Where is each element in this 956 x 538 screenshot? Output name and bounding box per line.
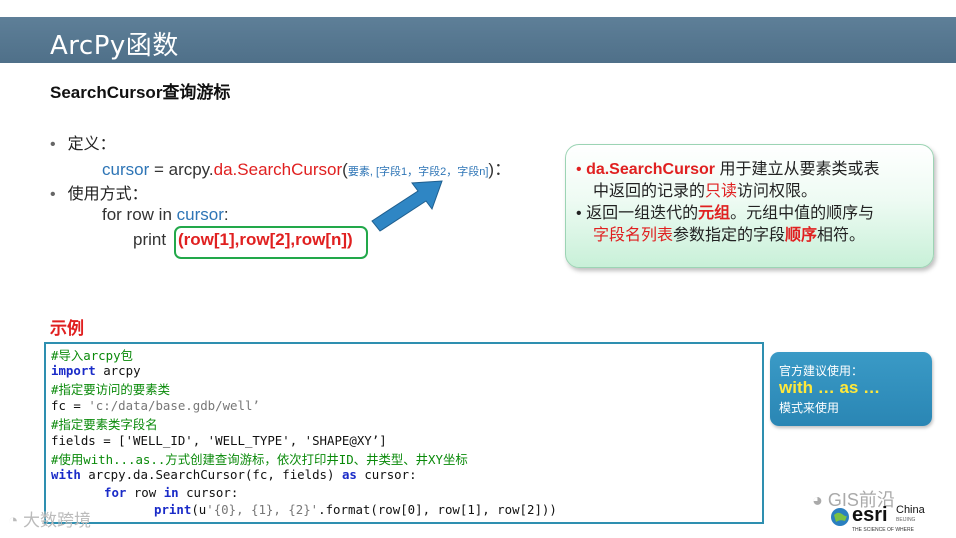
callout-line-4: 字段名列表参数指定的字段顺序相符。 <box>593 221 865 245</box>
code-line-8: with arcpy.da.SearchCursor(fc, fields) a… <box>51 467 417 482</box>
code-line-5: #指定要素类字段名 <box>51 417 158 432</box>
section-subtitle: SearchCursor查询游标 <box>50 83 231 102</box>
print-args: (row[1],row[2],row[n]) <box>178 230 353 249</box>
wechat-icon: ◕ <box>812 490 823 510</box>
code-line-10: print(u'{0}, {1}, {2}'.format(row[0], ro… <box>154 502 557 517</box>
watermark-left: ◔ 大数跨境 <box>8 506 91 531</box>
code-keyword: for <box>104 485 127 500</box>
code-line-6: fields = ['WELL_ID', 'WELL_TYPE', 'SHAPE… <box>51 433 387 448</box>
definition-label: 定义： <box>67 136 116 153</box>
example-label: 示例 <box>50 319 84 338</box>
code-text: (u <box>191 502 207 517</box>
code-string: 'c:/data/base.gdb/well’ <box>88 398 260 413</box>
for-text: for row in <box>102 205 177 224</box>
code-text: cursor: <box>356 467 417 482</box>
slide-title: ArcPy函数 <box>50 31 179 61</box>
code-line-3: #指定要访问的要素类 <box>51 382 170 397</box>
bullet-dot: • <box>50 136 56 153</box>
callout-func: da.SearchCursor <box>586 161 715 178</box>
code-line-9: for row in cursor: <box>104 485 238 500</box>
callout-text: 。元组中值的顺序与 <box>730 205 875 222</box>
code-text: .format(row[0], row[1], row[2])) <box>318 502 557 517</box>
callout-highlight: 字段名列表 <box>593 227 674 244</box>
callout-text: 中返回的记录的 <box>593 183 706 200</box>
callout-text: 用于建立从要素类或表 <box>715 161 880 178</box>
for-cursor: cursor <box>176 205 224 224</box>
code-line-1: #导入arcpy包 <box>51 348 133 363</box>
cursor-variable: cursor <box>102 160 150 179</box>
recommendation-line-3: 模式来使用 <box>779 401 840 415</box>
callout-highlight: 顺序 <box>785 227 818 244</box>
recommendation-line-1: 官方建议使用： <box>779 364 864 378</box>
code-block: #导入arcpy包 import arcpy #指定要访问的要素类 fc = '… <box>44 342 764 524</box>
code-text: fc = <box>51 398 89 413</box>
definition-bullet: • 定义： <box>50 130 116 154</box>
callout-line-3: • 返回一组迭代的元组。元组中值的顺序与 <box>576 199 874 223</box>
code-keyword: import <box>51 363 96 378</box>
code-line-4: fc = 'c:/data/base.gdb/well’ <box>51 398 260 413</box>
watermark-left-text: 大数跨境 <box>23 511 92 530</box>
code-text: cursor: <box>178 485 239 500</box>
bullet-dot: • <box>50 186 56 203</box>
code-keyword: in <box>163 485 179 500</box>
code-keyword: print <box>154 502 192 517</box>
callout-line-1: • da.SearchCursor 用于建立从要素类或表 <box>576 155 879 179</box>
callout-text: 访问权限。 <box>737 183 818 200</box>
usage-label: 使用方式： <box>67 186 148 203</box>
code-text: arcpy.da.SearchCursor(fc, fields) <box>80 467 342 482</box>
code-string: '{0}, {1}, {2}' <box>206 502 319 517</box>
callout-text: 返回一组迭代的 <box>586 205 699 222</box>
for-colon: : <box>223 205 229 224</box>
callout-box: • da.SearchCursor 用于建立从要素类或表 中返回的记录的只读访问… <box>565 144 934 268</box>
print-text: print <box>133 230 167 249</box>
callout-highlight: 元组 <box>698 205 731 222</box>
recommendation-with-as: with … as … <box>779 378 881 397</box>
code-keyword: as <box>341 467 357 482</box>
callout-line-2: 中返回的记录的只读访问权限。 <box>593 177 817 201</box>
code-keyword: with <box>51 467 81 482</box>
code-text: row <box>126 485 164 500</box>
usage-bullet: • 使用方式： <box>50 180 148 204</box>
callout-text: 相符。 <box>817 227 866 244</box>
esri-city: BEIJING <box>896 517 916 523</box>
code-text: arcpy <box>95 363 141 378</box>
usage-for-line: for row in cursor: <box>102 205 229 225</box>
title-bar: ArcPy函数 <box>0 17 956 63</box>
definition-code-line: cursor = arcpy.da.SearchCursor(要素, [字段1，… <box>102 155 511 180</box>
line-tail: ： <box>494 160 512 179</box>
usage-print-line: print <box>133 230 166 250</box>
globe-icon <box>831 508 849 526</box>
code-line-2: import arcpy <box>51 363 141 378</box>
esri-wordmark: esri <box>852 504 888 526</box>
code-line-7: #使用with...as..方式创建查询游标，依次打印井ID、井类型、井XY坐标 <box>51 452 468 467</box>
esri-country: China <box>896 504 925 516</box>
arrow-icon <box>371 180 443 232</box>
wechat-icon: ◔ <box>8 511 19 530</box>
recommendation-box: 官方建议使用： with … as … 模式来使用 <box>770 352 932 426</box>
function-name: da.SearchCursor <box>213 160 343 179</box>
esri-logo: esri China BEIJING THE SCIENCE OF WHERE <box>830 504 938 534</box>
bullet-dot: • <box>576 161 582 178</box>
callout-text: 参数指定的字段 <box>673 227 786 244</box>
bullet-dot: • <box>576 205 582 222</box>
callout-highlight: 只读 <box>705 183 738 200</box>
esri-tagline: THE SCIENCE OF WHERE <box>852 527 914 533</box>
assign-text: = arcpy. <box>149 160 214 179</box>
